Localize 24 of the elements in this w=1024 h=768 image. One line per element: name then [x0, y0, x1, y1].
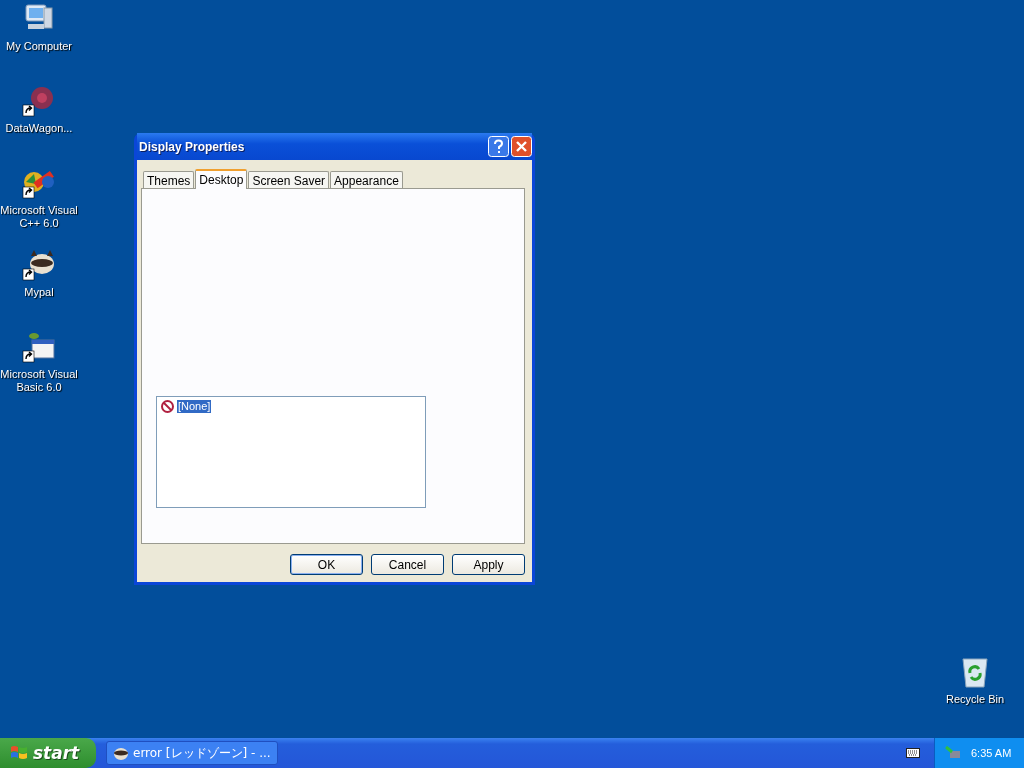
icon-label: Microsoft Visual C++ 6.0 — [0, 204, 78, 230]
window-title: Display Properties — [138, 139, 246, 154]
dialog-button[interactable]: Apply — [452, 554, 525, 575]
icon-label: Recycle Bin — [944, 693, 1006, 706]
tab[interactable]: Desktop — [195, 169, 248, 189]
help-icon[interactable] — [488, 136, 509, 157]
icon-label: Mypal — [23, 286, 55, 299]
flag-icon — [10, 744, 28, 762]
keyboard-icon[interactable] — [906, 748, 920, 758]
window-icon[interactable] — [22, 330, 56, 364]
dialog-button[interactable]: Cancel — [371, 554, 444, 575]
tab[interactable]: Appearance — [330, 171, 403, 188]
close-icon[interactable] — [511, 136, 532, 157]
icon-label: Microsoft Visual Basic 6.0 — [0, 368, 78, 394]
dialog-button[interactable]: OK — [290, 554, 363, 575]
recycle-bin-icon[interactable] — [959, 655, 991, 689]
start-button[interactable]: start — [0, 738, 96, 768]
icon-label: My Computer — [5, 40, 73, 53]
tab[interactable]: Themes — [143, 171, 195, 188]
list-item[interactable]: [None] — [177, 400, 212, 413]
icon-label: DataWagon... — [4, 122, 74, 135]
tab[interactable]: Screen Saver — [248, 171, 330, 188]
taskbar-button[interactable]: error [レッドゾーン] - ... — [106, 741, 278, 765]
no-entry-icon — [161, 400, 174, 413]
